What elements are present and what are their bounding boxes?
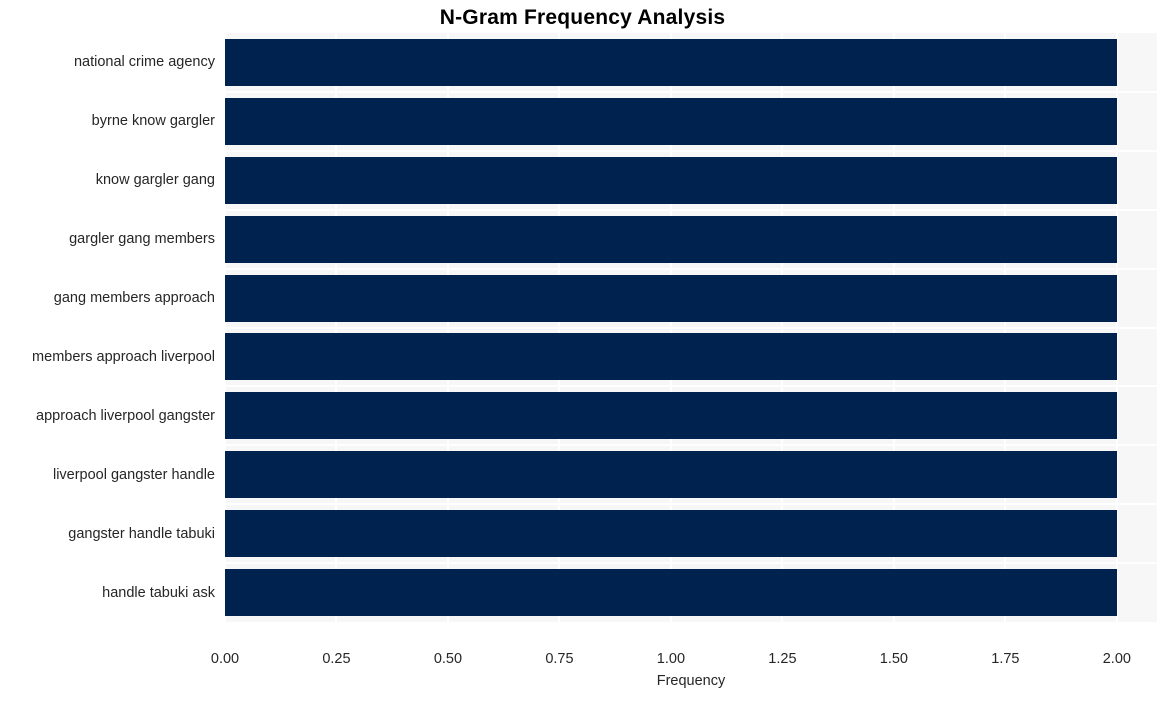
y-axis-tick-label: liverpool gangster handle xyxy=(52,466,215,483)
bar[interactable] xyxy=(225,510,1117,558)
x-axis-tick-label: 1.00 xyxy=(656,651,686,667)
bar[interactable] xyxy=(225,156,1117,204)
y-axis-tick-label: gangster handle tabuki xyxy=(68,525,215,542)
bar[interactable] xyxy=(225,38,1117,86)
bar[interactable] xyxy=(225,333,1117,381)
bar[interactable] xyxy=(225,392,1117,440)
bar[interactable] xyxy=(225,274,1117,322)
chart-figure: N-Gram Frequency Analysis national crime… xyxy=(0,0,1165,701)
y-axis-tick-label: national crime agency xyxy=(73,54,215,71)
bar[interactable] xyxy=(225,569,1117,617)
x-axis-tick-labels: 0.00 0.25 0.50 0.75 1.00 1.25 1.50 1.75 2.00 xyxy=(0,651,1165,671)
x-axis-tick-label: 0.00 xyxy=(210,651,240,667)
y-axis-tick-label: members approach liverpool xyxy=(32,348,215,365)
x-axis-title: Frequency xyxy=(656,673,726,689)
x-axis-tick-label: 0.75 xyxy=(545,651,574,667)
x-axis-tick-label: 1.50 xyxy=(879,651,908,667)
bar[interactable] xyxy=(225,215,1117,263)
x-axis-tick-label: 2.00 xyxy=(1102,651,1131,667)
y-axis-tick-labels: national crime agency byrne know gargler k… xyxy=(0,33,215,622)
y-axis-tick-label: gargler gang members xyxy=(69,231,215,248)
x-axis-tick-label: 1.75 xyxy=(991,651,1020,667)
bar[interactable] xyxy=(225,97,1117,145)
y-axis-tick-label: approach liverpool gangster xyxy=(36,407,215,424)
y-axis-tick-label: know gargler gang xyxy=(95,172,215,189)
bars-container xyxy=(225,33,1157,622)
x-axis-tick-label: 0.50 xyxy=(433,651,463,667)
chart-title: N-Gram Frequency Analysis xyxy=(439,6,726,29)
x-axis-tick-label: 0.25 xyxy=(322,651,351,667)
y-axis-tick-label: handle tabuki ask xyxy=(102,584,215,601)
y-axis-tick-label: gang members approach xyxy=(53,290,215,307)
bar[interactable] xyxy=(225,451,1117,499)
x-axis-tick-label: 1.25 xyxy=(768,651,797,667)
plot-area xyxy=(225,33,1157,622)
y-axis-tick-label: byrne know gargler xyxy=(91,113,215,130)
